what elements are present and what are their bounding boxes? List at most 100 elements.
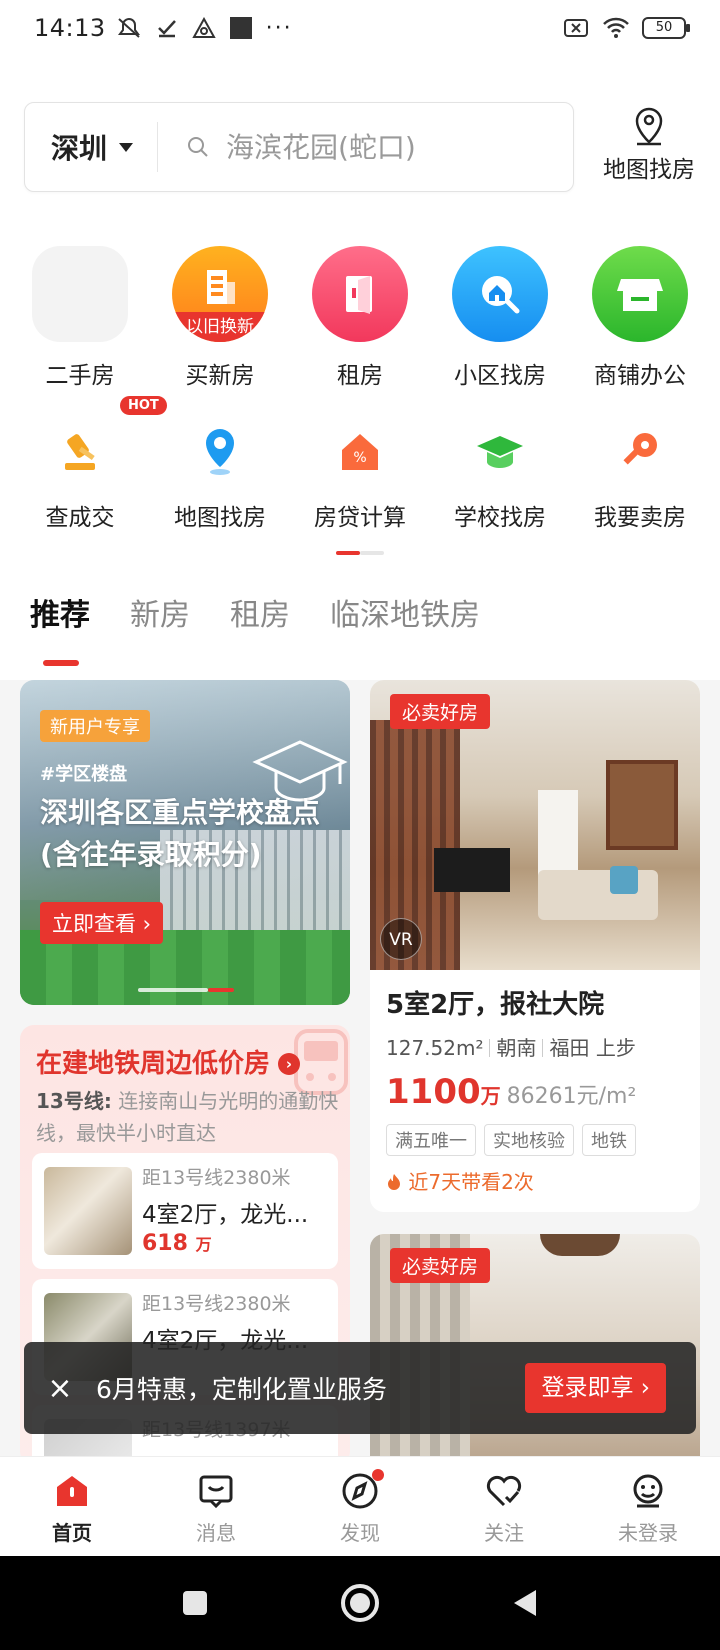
search-input[interactable] [226, 130, 556, 164]
app-square-icon [229, 17, 252, 39]
tile-label: 商铺办公 [594, 363, 686, 389]
check-icon [157, 20, 176, 38]
tool-school-search[interactable]: 学校找房 [430, 422, 570, 532]
grid-page-indicator [336, 551, 384, 555]
tile-community-search[interactable]: 小区找房 [430, 246, 570, 390]
tool-mortgage-calc[interactable]: % 房贷计算 [290, 422, 430, 532]
new-user-tag: 新用户专享 [40, 710, 150, 742]
search-bar: 深圳 [24, 102, 574, 192]
hot-badge: HOT [120, 396, 167, 415]
tile-label: 买新房 [185, 363, 255, 389]
nav-discover[interactable]: 发现 [288, 1457, 432, 1556]
listing-tag: 满五唯一 [386, 1124, 476, 1156]
nav-messages[interactable]: 消息 [144, 1457, 288, 1556]
listing-name: 4室2厅，龙光... [142, 1202, 309, 1228]
percent-house-icon: % [290, 422, 430, 482]
search-icon [188, 137, 208, 157]
listing-meta: 127.52m² 朝南 福田 上步 [386, 1036, 636, 1060]
toast-message: 6月特惠，定制化置业服务 [96, 1375, 387, 1404]
tile-second-hand[interactable]: 二手房 [10, 246, 150, 390]
feed-tabs: 推荐 新房 租房 临深地铁房 [30, 590, 480, 666]
listing-tags: 满五唯一 实地核验 地铁 [386, 1124, 636, 1156]
metro-distance: 距13号线2380米 [142, 1293, 291, 1315]
promo-hashtag: #学区楼盘 [40, 764, 128, 785]
tool-label: 我要卖房 [594, 505, 686, 531]
listing-price: 1100万 86261元/m² [386, 1072, 637, 1112]
tool-label: 地图找房 [174, 505, 266, 531]
gavel-icon [10, 422, 150, 482]
promo-banner[interactable]: 新用户专享 #学区楼盘 深圳各区重点学校盘点(含往年录取积分) 立即查看 › [20, 680, 350, 1005]
house-placeholder-icon [32, 246, 128, 342]
door-icon [312, 246, 408, 342]
divider [157, 122, 158, 172]
recents-button-icon[interactable] [180, 1588, 210, 1618]
svg-text:%: % [353, 450, 366, 466]
nav-home[interactable]: 首页 [0, 1457, 144, 1556]
vr-button[interactable]: VR [380, 918, 422, 960]
tab-rent[interactable]: 租房 [230, 590, 290, 634]
triangle-icon [191, 17, 216, 38]
shop-icon [592, 246, 688, 342]
location-pin-icon [635, 107, 663, 146]
listing-title: 5室2厅，报社大院 [386, 990, 605, 1020]
listing-card[interactable]: 必卖好房 VR 5室2厅，报社大院 127.52m² 朝南 福田 上步 1100万 8… [370, 680, 700, 1212]
home-button-icon[interactable] [340, 1583, 380, 1623]
nav-following[interactable]: 关注 [432, 1457, 576, 1556]
must-sell-tag: 必卖好房 [390, 1248, 491, 1283]
tile-rent[interactable]: 租房 [290, 246, 430, 390]
login-promo-toast: × 6月特惠，定制化置业服务 登录即享 › [24, 1342, 696, 1434]
graduation-cap-icon [430, 422, 570, 482]
metro-distance: 距13号线2380米 [142, 1167, 291, 1189]
tool-label: 房贷计算 [314, 505, 406, 531]
category-tiles: 二手房 以旧换新 买新房 租房 小区找房 商铺办公 [0, 246, 720, 389]
more-dots-icon: ··· [265, 15, 293, 41]
close-icon[interactable]: × [24, 1371, 96, 1406]
tool-sell-home[interactable]: 我要卖房 [570, 422, 710, 532]
listing-tag: 地铁 [582, 1124, 636, 1156]
caret-down-icon [119, 142, 134, 152]
view-count: 近7天带看2次 [386, 1166, 534, 1195]
building-icon: 以旧换新 [172, 246, 268, 342]
trade-in-badge: 以旧换新 [172, 312, 268, 342]
city-selector[interactable]: 深圳 [25, 127, 157, 167]
map-pin-icon [150, 422, 290, 482]
promo-title: 深圳各区重点学校盘点(含往年录取积分) [40, 796, 321, 871]
metro-listing[interactable]: 距13号线2380米 4室2厅，龙光... 618 万 [32, 1153, 338, 1269]
listing-price: 618 万 [142, 1231, 212, 1256]
nav-profile[interactable]: 未登录 [576, 1457, 720, 1556]
key-icon [570, 422, 710, 482]
city-label: 深圳 [51, 132, 108, 165]
tile-label: 小区找房 [454, 363, 546, 389]
home-icon [0, 1471, 144, 1511]
search-house-icon [452, 246, 548, 342]
clock: 14:13 [34, 14, 106, 42]
listing-thumbnail [44, 1167, 132, 1255]
mute-icon [117, 18, 140, 38]
message-icon [144, 1471, 288, 1511]
metro-description: 13号线: 连接南山与光明的通勤快线，最快半小时直达 [36, 1089, 339, 1145]
tab-recommend[interactable]: 推荐 [30, 590, 90, 666]
tool-map-search[interactable]: 地图找房 [150, 422, 290, 532]
wifi-icon [603, 17, 629, 38]
status-bar: 14:13 ··· 50 [0, 0, 720, 56]
map-search-label: 地图找房 [603, 157, 695, 183]
sim-off-icon [564, 19, 588, 37]
login-button[interactable]: 登录即享 › [525, 1363, 666, 1413]
map-search-button[interactable]: 地图找房 [594, 104, 704, 192]
tab-metro-homes[interactable]: 临深地铁房 [330, 590, 480, 634]
tab-new-homes[interactable]: 新房 [130, 590, 190, 634]
view-now-button[interactable]: 立即查看 › [40, 902, 164, 944]
listing-tag: 实地核验 [484, 1124, 574, 1156]
back-button-icon[interactable] [510, 1587, 540, 1619]
compass-icon [288, 1471, 432, 1511]
tile-shop-office[interactable]: 商铺办公 [570, 246, 710, 390]
tile-new-home[interactable]: 以旧换新 买新房 [150, 246, 290, 390]
system-navigation-bar [0, 1556, 720, 1650]
tool-label: 学校找房 [454, 505, 546, 531]
heart-check-icon [432, 1471, 576, 1511]
notification-dot [372, 1469, 384, 1481]
metro-title: 在建地铁周边低价房 › [36, 1043, 301, 1080]
tool-deals[interactable]: HOT 查成交 [10, 396, 167, 532]
user-face-icon [576, 1471, 720, 1511]
bottom-nav: 首页 消息 发现 关注 未登录 [0, 1456, 720, 1556]
